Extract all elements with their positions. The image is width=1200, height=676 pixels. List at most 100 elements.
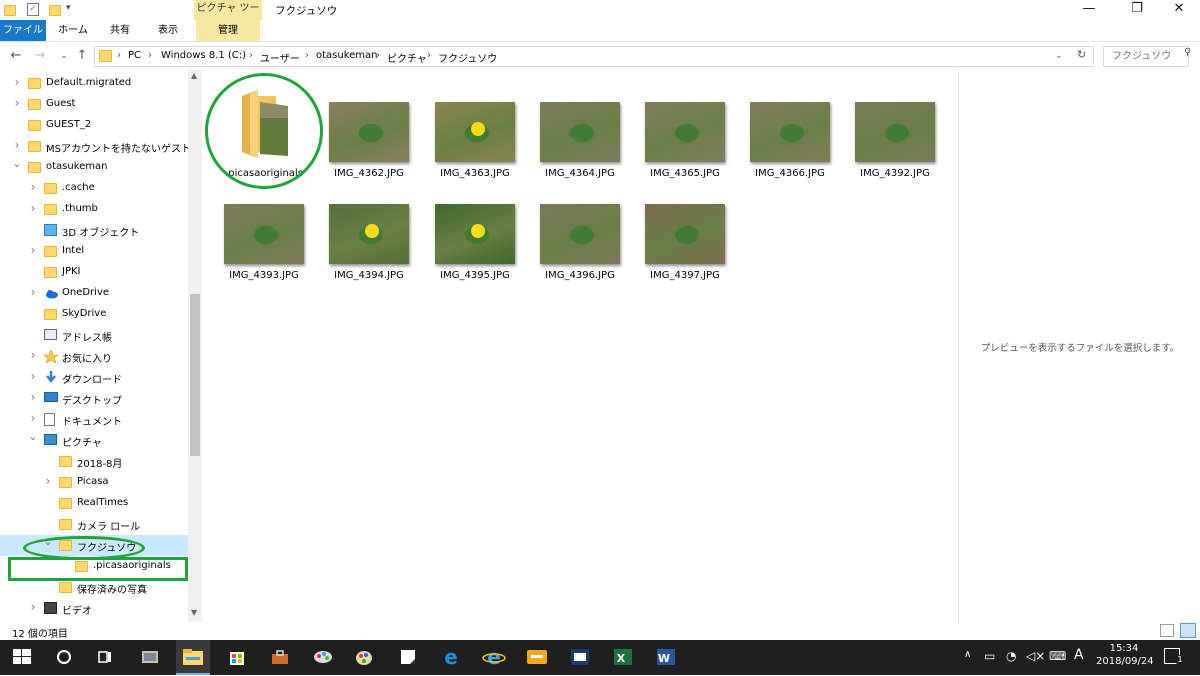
nav-item[interactable]: › ドキュメント (0, 409, 188, 430)
nav-item[interactable]: ⌄ otasukeman (0, 157, 188, 178)
nav-item[interactable]: JPKI (0, 262, 188, 283)
expand-down-icon[interactable]: ⌄ (12, 157, 22, 170)
photo-item[interactable]: IMG_4366.JPG (740, 102, 840, 200)
tab-home[interactable]: ホーム (50, 20, 96, 41)
photo-item[interactable]: IMG_4364.JPG (530, 102, 630, 200)
nav-scrollbar[interactable]: ▲ ▼ (188, 70, 202, 622)
tab-share[interactable]: 共有 (100, 20, 140, 41)
minimize-button[interactable]: — (1066, 0, 1112, 20)
nav-item[interactable]: › ビデオ (0, 598, 188, 619)
nav-item[interactable]: GUEST_2 (0, 115, 188, 136)
start-icon[interactable] (10, 646, 34, 668)
breadcrumb-pictures[interactable]: ピクチャ (387, 50, 427, 65)
new-folder-icon[interactable] (49, 3, 63, 17)
expand-down-icon[interactable]: ⌄ (28, 430, 38, 443)
photo-item[interactable]: IMG_4362.JPG (319, 102, 419, 200)
photo-item[interactable]: IMG_4395.JPG (425, 204, 525, 302)
tab-file[interactable]: ファイル (0, 20, 46, 41)
ime-indicator[interactable]: A (1074, 647, 1084, 663)
nav-item[interactable]: › お気に入り (0, 346, 188, 367)
file-explorer-icon[interactable] (176, 640, 210, 675)
maximize-button[interactable]: ❐ (1114, 0, 1160, 20)
address-dropdown-icon[interactable]: ⌄ (1055, 51, 1063, 61)
nav-item[interactable]: › OneDrive (0, 283, 188, 304)
expand-right-icon[interactable]: › (12, 75, 22, 89)
expand-right-icon[interactable]: › (28, 348, 38, 362)
tab-manage[interactable]: 管理 (196, 20, 260, 41)
expand-right-icon[interactable]: › (43, 474, 53, 488)
nav-item[interactable]: › Picasa (0, 472, 188, 493)
refresh-icon[interactable]: ↻ (1077, 48, 1086, 61)
breadcrumb-users[interactable]: ユーザー (260, 50, 300, 65)
nav-item[interactable]: 3D オブジェクト (0, 220, 188, 241)
excel-icon[interactable]: X (611, 646, 635, 668)
breadcrumb-pc[interactable]: PC (128, 50, 141, 61)
photo-item[interactable]: IMG_4397.JPG (635, 204, 735, 302)
search-input[interactable]: フクジュソウ (1103, 46, 1189, 67)
tab-view[interactable]: 表示 (146, 20, 190, 41)
nav-item[interactable]: › .cache (0, 178, 188, 199)
nav-item[interactable]: › ダウンロード (0, 367, 188, 388)
toolbox-icon[interactable] (268, 646, 292, 668)
expand-right-icon[interactable]: › (28, 411, 38, 425)
expand-right-icon[interactable]: › (28, 180, 38, 194)
internet-explorer-icon[interactable]: e (482, 645, 506, 669)
properties-icon[interactable]: ✓ (27, 3, 41, 17)
address-field[interactable]: › PC › Windows 8.1 (C:) › ユーザー › otasuke… (94, 46, 1094, 67)
nav-item[interactable]: › Intel (0, 241, 188, 262)
expand-right-icon[interactable]: › (28, 243, 38, 257)
photo-item[interactable]: IMG_4394.JPG (319, 204, 419, 302)
paint-icon[interactable] (311, 646, 335, 668)
photo-item[interactable]: IMG_4392.JPG (845, 102, 945, 200)
nav-item[interactable]: ⌄ ピクチャ (0, 430, 188, 451)
nav-item[interactable]: SkyDrive (0, 304, 188, 325)
expand-right-icon[interactable]: › (28, 600, 38, 614)
expand-right-icon[interactable]: › (12, 96, 22, 110)
clock[interactable]: 15:34 2018/09/24 (1096, 643, 1154, 667)
scrollbar-thumb[interactable] (190, 294, 200, 456)
up-button[interactable]: ↑ (74, 47, 90, 65)
expand-right-icon[interactable]: › (28, 201, 38, 215)
cortana-icon[interactable] (52, 646, 76, 668)
search-icon[interactable]: ⚲ (1184, 47, 1191, 58)
breadcrumb-drive[interactable]: Windows 8.1 (C:) (161, 50, 246, 61)
details-view-icon[interactable] (1160, 624, 1174, 637)
recent-locations-button[interactable]: ⌄ (56, 47, 72, 65)
nav-item[interactable]: カメラ ロール (0, 514, 188, 535)
expand-right-icon[interactable]: › (28, 390, 38, 404)
back-button[interactable]: ← (8, 47, 24, 65)
nav-item[interactable]: › デスクトップ (0, 388, 188, 409)
forward-button[interactable]: → (32, 47, 48, 65)
keyboard-icon[interactable]: ⌨ (1049, 649, 1066, 663)
breadcrumb-fukujusou[interactable]: フクジュソウ (438, 50, 497, 65)
action-center-icon[interactable]: 1 (1164, 648, 1185, 665)
nav-item[interactable]: 2018-8月 (0, 451, 188, 472)
expand-right-icon[interactable]: › (28, 285, 38, 299)
scroll-down-icon[interactable]: ▼ (191, 608, 197, 617)
store-icon[interactable] (225, 646, 249, 668)
edge-icon[interactable]: e (439, 645, 463, 669)
nav-item[interactable]: RealTimes (0, 493, 188, 514)
breadcrumb-otasukeman[interactable]: otasukeman (316, 50, 378, 61)
paint-palette-icon[interactable] (352, 646, 376, 668)
show-hidden-icons-icon[interactable]: ∧ (964, 649, 971, 660)
expand-right-icon[interactable]: › (28, 369, 38, 383)
volume-icon[interactable]: ◁× (1026, 649, 1045, 663)
network-icon[interactable]: ◔ (1006, 649, 1016, 663)
slide-app-icon[interactable] (525, 646, 549, 668)
scroll-up-icon[interactable]: ▲ (191, 71, 197, 80)
nav-item[interactable]: › .thumb (0, 199, 188, 220)
nav-item[interactable]: › Default.migrated (0, 73, 188, 94)
photo-item[interactable]: IMG_4365.JPG (635, 102, 735, 200)
battery-icon[interactable]: ▭ (984, 649, 995, 663)
task-view-icon[interactable] (93, 646, 117, 668)
photo-item[interactable]: IMG_4363.JPG (425, 102, 525, 200)
word-icon[interactable]: W (654, 646, 678, 668)
expand-right-icon[interactable]: › (12, 138, 22, 152)
photo-item[interactable]: IMG_4393.JPG (214, 204, 314, 302)
image-app-icon[interactable] (568, 646, 592, 668)
photo-item[interactable]: IMG_4396.JPG (530, 204, 630, 302)
nav-item[interactable]: › MSアカウントを持たないゲスト (0, 136, 191, 157)
app-icon[interactable] (138, 646, 162, 668)
close-button[interactable]: ✕ (1156, 0, 1200, 20)
